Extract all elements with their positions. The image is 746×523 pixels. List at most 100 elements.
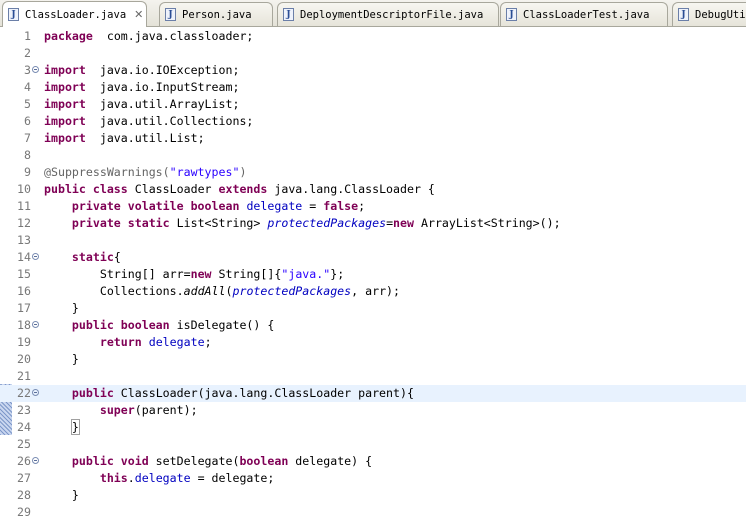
line-number: 13 [17,233,31,247]
java-file-icon: J [506,8,517,21]
code-text: java.util.ArrayList; [85,97,240,111]
code-line[interactable]: 2 [0,45,746,62]
code-editor[interactable]: 1 package com.java.classloader; 2 3 import j… [0,27,746,523]
code-text: = delegate; [190,471,275,485]
line-number: 26 [17,454,31,468]
tab-classloader-java[interactable]: J ClassLoader.java ✕ [2,1,147,27]
keyword: public [71,386,114,400]
code-text: ArrayList<String>(); [414,216,561,230]
code-line[interactable]: 20 } [0,351,746,368]
keyword: new [190,267,212,281]
java-file-icon: J [8,8,19,21]
code-line[interactable]: 27 this.delegate = delegate; [0,470,746,487]
code-text: import java.util.ArrayList; [44,96,239,113]
line-number: 15 [17,267,31,281]
code-text: private static List<String> protectedPac… [44,215,561,232]
fold-collapse-icon[interactable] [32,321,39,328]
code-text: } [44,487,79,504]
code-line[interactable]: 14 static{ [0,249,746,266]
code-text: (parent); [134,403,198,417]
tab-person-java[interactable]: J Person.java [159,2,273,26]
code-line[interactable]: 18 public boolean isDelegate() { [0,317,746,334]
close-icon[interactable]: ✕ [134,8,143,21]
static-method-ref: addAll [183,284,226,298]
code-text: isDelegate() { [169,318,275,332]
tab-label: ClassLoader.java [25,8,127,21]
tab-label: DeploymentDescriptorFile.java [300,8,484,21]
java-file-icon: J [165,8,176,21]
code-text: } [44,351,79,368]
line-number: 11 [17,199,31,213]
fold-collapse-icon[interactable] [32,253,39,260]
code-line[interactable]: 9 @SuppressWarnings("rawtypes") [0,164,746,181]
code-line[interactable]: 10 public class ClassLoader extends java.… [0,181,746,198]
code-text: ClassLoader(java.lang.ClassLoader parent… [113,386,414,400]
code-line[interactable]: 24 } [0,419,746,436]
tab-label: Person.java [182,8,252,21]
keyword: return [99,335,142,349]
code-line[interactable]: 29 [0,504,746,521]
matched-bracket: } [70,419,80,435]
code-line[interactable]: 25 [0,436,746,453]
code-line[interactable]: 22 public ClassLoader(java.lang.ClassLoa… [0,385,746,402]
java-file-icon: J [678,8,689,21]
code-line[interactable]: 4 import java.io.InputStream; [0,79,746,96]
line-number: 28 [17,488,31,502]
code-line[interactable]: 5 import java.util.ArrayList; [0,96,746,113]
code-line[interactable]: 28 } [0,487,746,504]
fold-collapse-icon[interactable] [32,389,39,396]
code-text: private volatile boolean delegate = fals… [44,198,365,215]
tab-deploymentdescriptorfile-java[interactable]: J DeploymentDescriptorFile.java [277,2,499,26]
code-line[interactable]: 16 Collections.addAll(protectedPackages,… [0,283,746,300]
annotation: @SuppressWarnings( [44,165,170,179]
code-line[interactable]: 6 import java.util.Collections; [0,113,746,130]
code-line[interactable]: 11 private volatile boolean delegate = f… [0,198,746,215]
code-line[interactable]: 12 private static List<String> protected… [0,215,746,232]
line-number: 14 [17,250,31,264]
code-line[interactable]: 13 [0,232,746,249]
static-field-ref: protectedPackages [267,216,387,230]
code-text: import java.util.Collections; [44,113,253,130]
tab-debugutil[interactable]: J DebugUtil [672,2,746,26]
code-line[interactable]: 8 [0,147,746,164]
code-text: public ClassLoader(java.lang.ClassLoader… [44,385,414,402]
code-line[interactable]: 21 [0,368,746,385]
code-line[interactable]: 19 return delegate; [0,334,746,351]
field-ref: delegate [246,199,303,213]
keyword: package [44,29,93,43]
code-text: String[] arr=new String[]{"java."}; [44,266,344,283]
line-number: 22 [17,386,31,400]
code-text: import java.io.IOException; [44,62,239,79]
line-number: 21 [17,369,31,383]
code-text: = [302,199,324,213]
editor-tab-bar: J ClassLoader.java ✕ J Person.java J Dep… [0,0,746,27]
code-line[interactable]: 17 } [0,300,746,317]
code-text: java.util.Collections; [85,114,254,128]
line-number: 5 [24,97,31,111]
code-text: ClassLoader [127,182,219,196]
code-line[interactable]: 1 package com.java.classloader; [0,28,746,45]
code-line[interactable]: 26 public void setDelegate(boolean deleg… [0,453,746,470]
code-line[interactable]: 7 import java.util.List; [0,130,746,147]
code-line[interactable]: 23 super(parent); [0,402,746,419]
code-line[interactable]: 3 import java.io.IOException; [0,62,746,79]
code-line[interactable]: 15 String[] arr=new String[]{"java."}; [0,266,746,283]
code-text: String[]{ [211,267,282,281]
fold-collapse-icon[interactable] [32,66,39,73]
keyword: import [44,131,86,145]
fold-collapse-icon[interactable] [32,457,39,464]
keyword: import [44,63,86,77]
string-literal: "rawtypes" [169,165,240,179]
code-text: String[] arr= [44,267,191,281]
keyword: import [44,80,86,94]
tab-classloadertest-java[interactable]: J ClassLoaderTest.java [500,2,668,26]
line-number: 27 [17,471,31,485]
